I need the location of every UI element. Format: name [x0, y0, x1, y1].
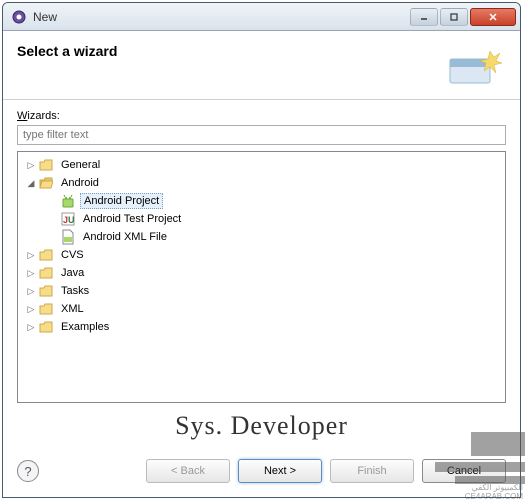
window-title: New: [33, 10, 410, 24]
xml-file-icon: [60, 229, 76, 245]
dialog-window: New Select a wizard Wizards: ▷ General: [2, 2, 521, 498]
tree-label: Android: [58, 176, 102, 190]
minimize-button[interactable]: [410, 8, 438, 26]
expand-icon[interactable]: ▷: [24, 304, 38, 315]
tree-item-android-project[interactable]: Android Project: [20, 192, 503, 210]
window-controls: [410, 8, 516, 26]
tree-item-java[interactable]: ▷ Java: [20, 264, 503, 282]
folder-icon: [38, 301, 54, 317]
titlebar[interactable]: New: [3, 3, 520, 31]
tree-label: Android Test Project: [80, 212, 184, 226]
tree-item-android-xml[interactable]: Android XML File: [20, 228, 503, 246]
filter-input[interactable]: [17, 125, 506, 145]
cancel-button[interactable]: Cancel: [422, 459, 506, 483]
folder-icon: [38, 283, 54, 299]
tree-label-selected: Android Project: [80, 193, 163, 209]
tree-item-xml[interactable]: ▷ XML: [20, 300, 503, 318]
folder-open-icon: [38, 175, 54, 191]
finish-button[interactable]: Finish: [330, 459, 414, 483]
watermark-text: Sys. Developer: [17, 403, 506, 445]
tree-item-android-test[interactable]: JU Android Test Project: [20, 210, 503, 228]
expand-icon[interactable]: ▷: [24, 268, 38, 279]
folder-icon: [38, 265, 54, 281]
tree-label: Android XML File: [80, 230, 170, 244]
next-button[interactable]: Next >: [238, 459, 322, 483]
back-button[interactable]: < Back: [146, 459, 230, 483]
expand-icon[interactable]: ▷: [24, 160, 38, 171]
tree-item-android[interactable]: ◢ Android: [20, 174, 503, 192]
tree-item-cvs[interactable]: ▷ CVS: [20, 246, 503, 264]
tree-label: Java: [58, 266, 87, 280]
expand-icon[interactable]: ▷: [24, 286, 38, 297]
wizards-label: Wizards:: [17, 110, 506, 122]
tree-label: CVS: [58, 248, 87, 262]
close-button[interactable]: [470, 8, 516, 26]
tree-label: XML: [58, 302, 87, 316]
expand-icon[interactable]: ▷: [24, 250, 38, 261]
expand-icon[interactable]: ▷: [24, 322, 38, 333]
android-project-icon: [60, 193, 76, 209]
folder-icon: [38, 319, 54, 335]
page-title: Select a wizard: [17, 43, 442, 59]
tree-item-tasks[interactable]: ▷ Tasks: [20, 282, 503, 300]
wizard-tree[interactable]: ▷ General ◢ Android Android Project JU A…: [17, 151, 506, 403]
maximize-button[interactable]: [440, 8, 468, 26]
tree-item-examples[interactable]: ▷ Examples: [20, 318, 503, 336]
wizard-banner-icon: [442, 43, 506, 91]
tree-label: Tasks: [58, 284, 92, 298]
folder-icon: [38, 247, 54, 263]
folder-icon: [38, 157, 54, 173]
button-bar: ? < Back Next > Finish Cancel: [3, 449, 520, 497]
dialog-header: Select a wizard: [3, 31, 520, 100]
tree-label: General: [58, 158, 103, 172]
tree-item-general[interactable]: ▷ General: [20, 156, 503, 174]
junit-icon: JU: [60, 211, 76, 227]
dialog-content: Wizards: ▷ General ◢ Android Android Pro…: [3, 100, 520, 449]
help-button[interactable]: ?: [17, 460, 39, 482]
collapse-icon[interactable]: ◢: [24, 178, 38, 189]
svg-text:U: U: [68, 215, 75, 225]
app-icon: [11, 9, 27, 25]
tree-label: Examples: [58, 320, 112, 334]
